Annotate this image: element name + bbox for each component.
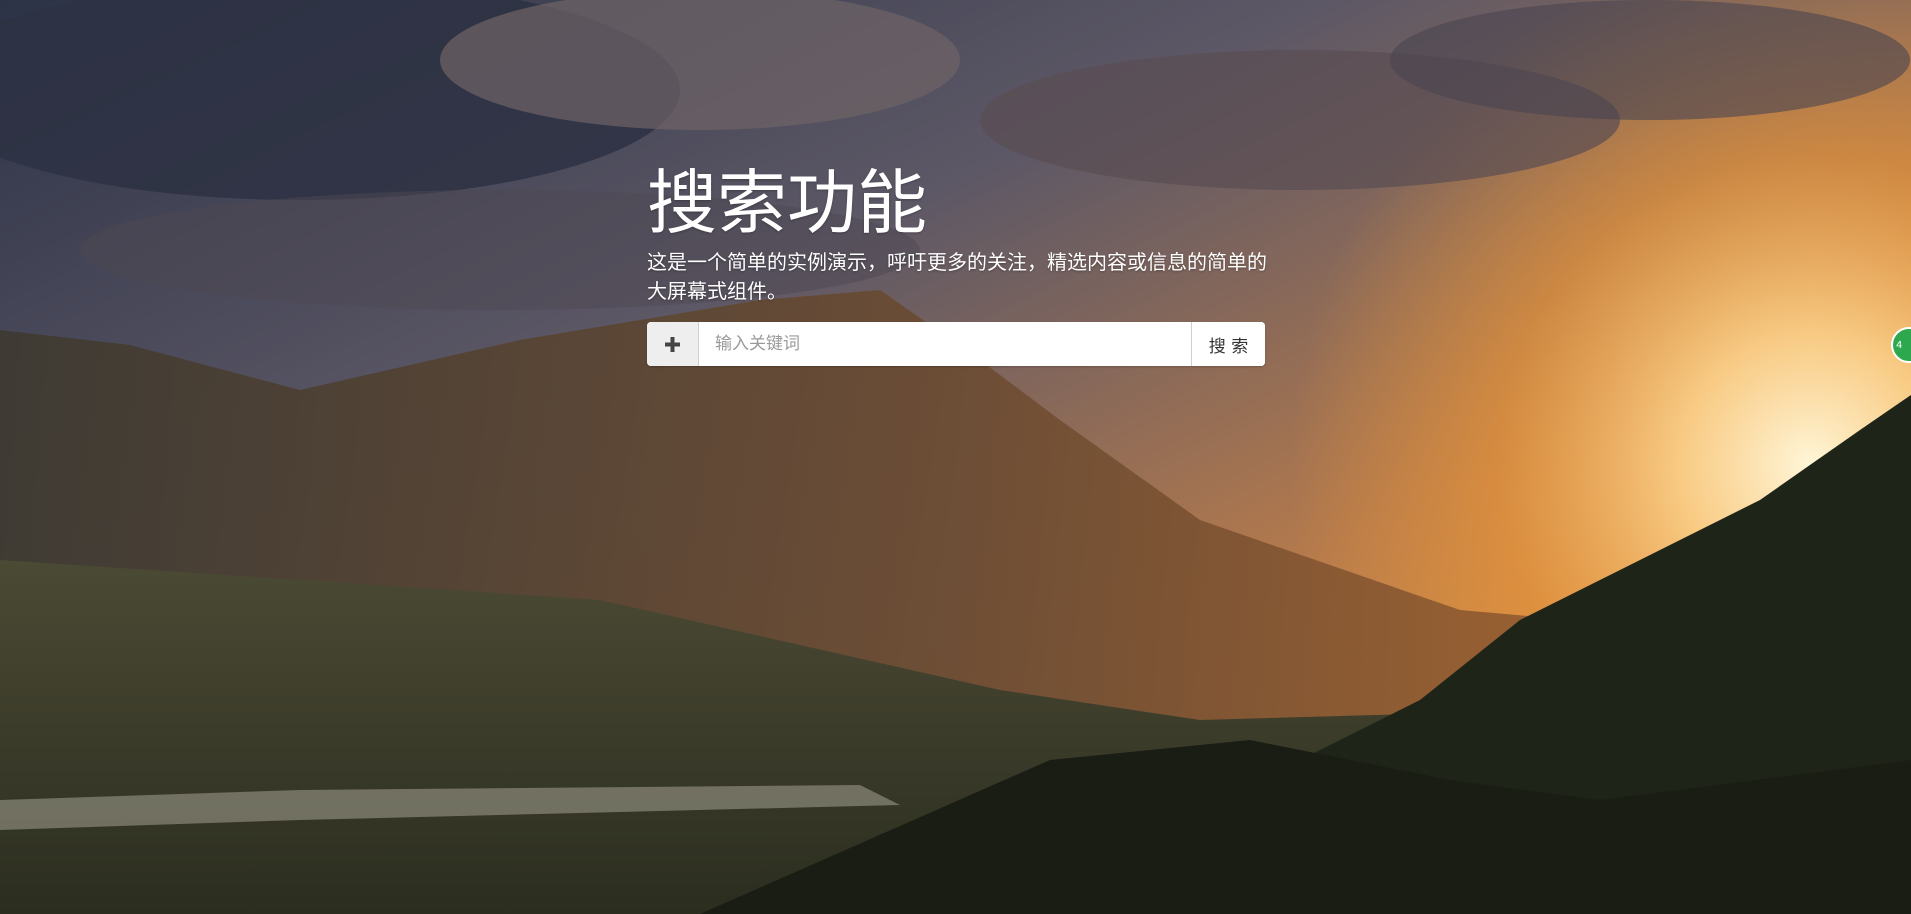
plus-icon <box>665 336 680 352</box>
search-button[interactable]: 搜 索 <box>1191 322 1265 366</box>
search-panel: 搜索功能 这是一个简单的实例演示，呼吁更多的关注，精选内容或信息的简单的大屏幕式… <box>647 160 1267 366</box>
add-button[interactable] <box>647 322 699 366</box>
search-input[interactable] <box>699 322 1191 366</box>
hero-section: 搜索功能 这是一个简单的实例演示，呼吁更多的关注，精选内容或信息的简单的大屏幕式… <box>0 0 1911 914</box>
page-subtitle: 这是一个简单的实例演示，呼吁更多的关注，精选内容或信息的简单的大屏幕式组件。 <box>647 250 1267 303</box>
side-badge-label: 4 <box>1896 339 1903 351</box>
sunset-mountain-background-image <box>0 0 1911 914</box>
search-bar: 搜 索 <box>647 322 1265 366</box>
page-title: 搜索功能 <box>647 162 927 244</box>
